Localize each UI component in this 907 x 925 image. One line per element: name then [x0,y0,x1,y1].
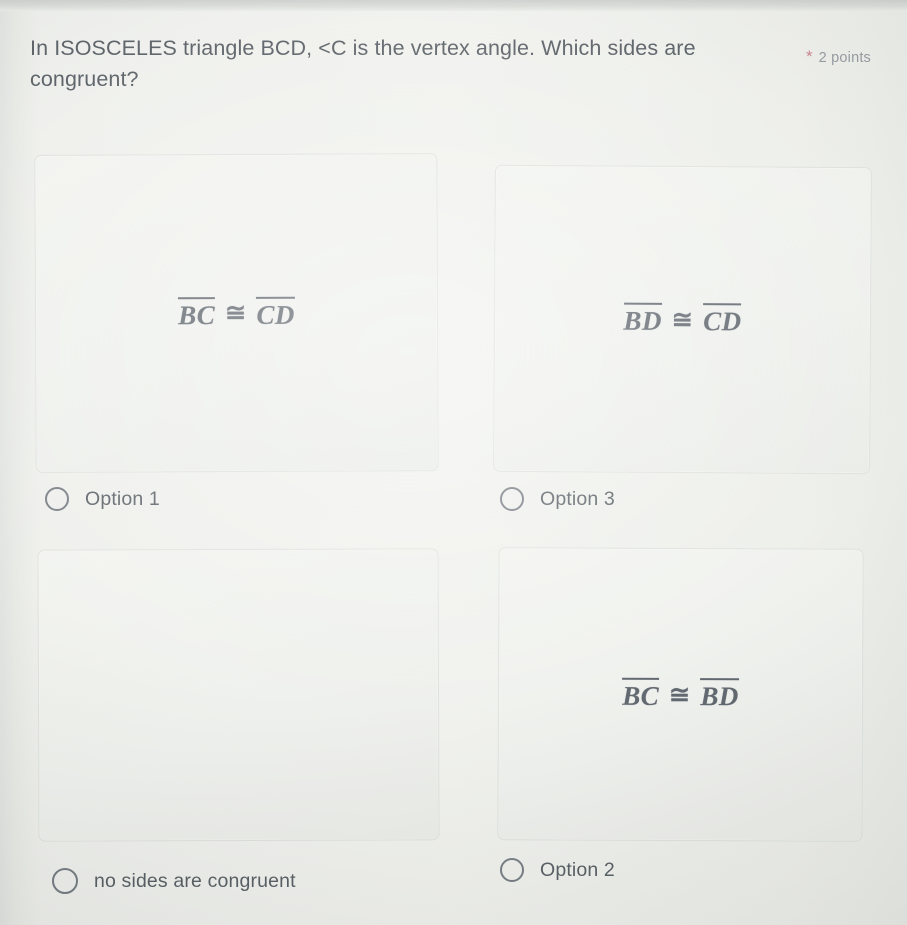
segment-right-option3: CD [703,303,742,337]
radio-option-option2[interactable]: Option 2 [500,858,615,882]
radio-label-option2: Option 2 [540,858,615,881]
congruent-symbol-option1: ≅ [225,299,247,328]
radio-unchecked-icon[interactable] [52,868,78,894]
radio-option-option3[interactable]: Option 3 [500,487,615,511]
option-image-card-option1[interactable]: BC ≅ CD [34,153,439,473]
points-indicator: * 2 points [806,47,872,66]
required-asterisk-icon: * [806,47,813,66]
radio-option-option1[interactable]: Option 1 [45,487,160,511]
segment-right-option2: BD [700,678,739,712]
segment-left-option1: BC [178,296,215,330]
segment-right-option1: CD [256,296,295,330]
radio-unchecked-icon[interactable] [45,487,69,511]
radio-unchecked-icon[interactable] [500,487,524,511]
segment-left-option2: BC [622,678,660,711]
question-header: In ISOSCELES triangle BCD, <C is the ver… [30,33,790,95]
radio-unchecked-icon[interactable] [500,858,524,882]
question-text: In ISOSCELES triangle BCD, <C is the ver… [30,36,696,91]
radio-label-option1: Option 1 [85,487,160,510]
congruence-statement-option1: BC ≅ CD [178,296,295,330]
option-image-card-option2[interactable]: BC ≅ BD [497,547,864,842]
congruence-statement-option2: BC ≅ BD [622,678,739,712]
option-image-card-option3[interactable]: BD ≅ CD [493,164,872,475]
radio-option-nosides[interactable]: no sides are congruent [52,868,296,894]
points-label: 2 points [818,50,872,66]
radio-label-nosides: no sides are congruent [94,869,296,892]
segment-left-option3: BD [623,302,662,336]
congruent-symbol-option2: ≅ [669,681,691,709]
option-image-card-nosides[interactable] [37,548,440,842]
radio-label-option3: Option 3 [540,487,615,510]
congruence-statement-option3: BD ≅ CD [623,302,742,337]
photo-top-edge-band [0,0,907,11]
congruent-symbol-option3: ≅ [671,306,694,334]
